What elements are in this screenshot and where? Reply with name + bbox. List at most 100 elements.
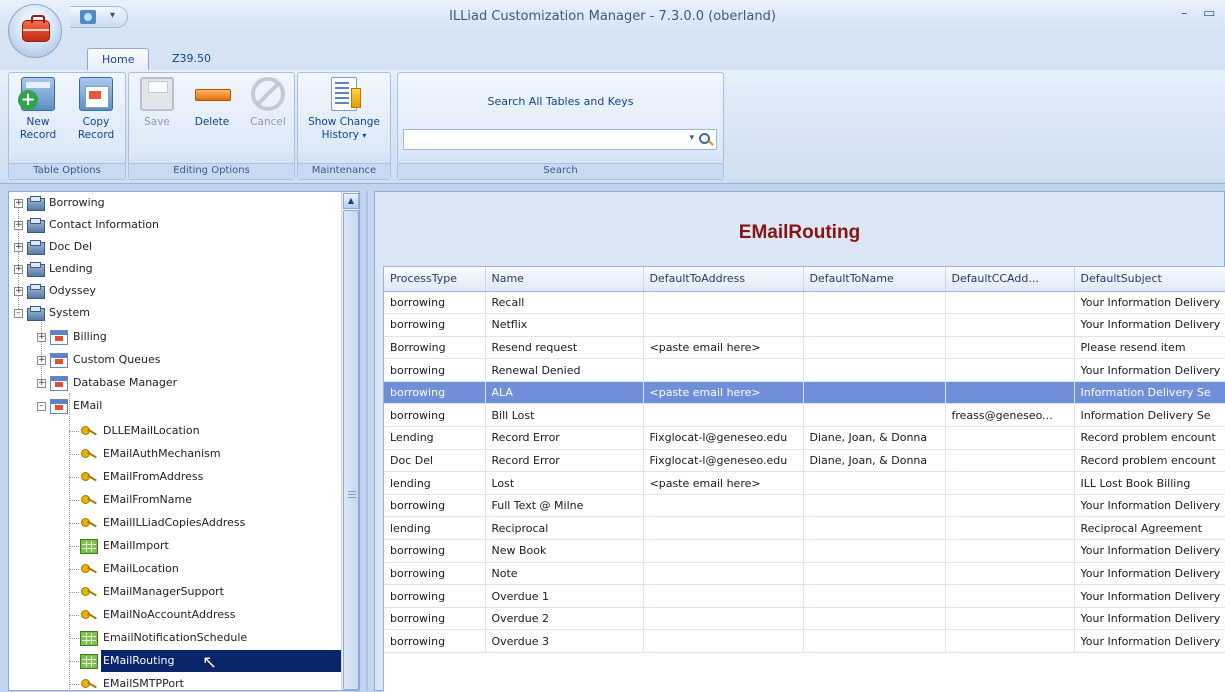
table-cell[interactable]: Note (485, 562, 644, 586)
table-cell[interactable]: Overdue 2 (485, 607, 644, 631)
table-cell[interactable]: ILL Lost Book Billing (1074, 471, 1225, 495)
table-cell[interactable]: Netflix (485, 313, 644, 337)
table-cell[interactable]: New Book (485, 539, 644, 563)
table-cell[interactable] (803, 358, 946, 382)
table-row[interactable]: borrowing ALA <paste email here> Informatio… (384, 381, 1225, 405)
table-cell[interactable]: Doc Del (384, 449, 486, 473)
table-cell[interactable] (945, 629, 1075, 653)
table-cell[interactable] (643, 539, 804, 563)
table-cell[interactable] (643, 629, 804, 653)
table-row[interactable]: borrowing Renewal Denied Your Information … (384, 358, 1225, 382)
table-cell[interactable]: Reciprocal (485, 516, 644, 541)
table-cell[interactable] (945, 291, 1075, 315)
table-cell[interactable]: borrowing (384, 607, 486, 631)
table-cell[interactable]: Full Text @ Milne (485, 494, 644, 518)
table-cell[interactable]: Your Information Delivery (1074, 291, 1225, 315)
table-row[interactable]: Borrowing Resend request <paste email here… (384, 336, 1225, 360)
table-cell[interactable]: Your Information Delivery (1074, 358, 1225, 382)
table-cell[interactable] (945, 471, 1075, 495)
scroll-up-icon[interactable]: ▲ (343, 193, 359, 209)
table-cell[interactable]: Recall (485, 291, 644, 315)
table-cell[interactable]: Information Delivery Se (1074, 403, 1225, 428)
table-cell[interactable]: Please resend item (1074, 336, 1225, 360)
table-cell[interactable] (945, 313, 1075, 337)
column-header[interactable]: DefaultSubject (1074, 267, 1225, 292)
expand-icon[interactable]: + (14, 221, 23, 230)
table-cell[interactable]: freass@geneseo... (945, 403, 1075, 428)
expand-icon[interactable]: + (14, 265, 23, 274)
expand-icon[interactable]: + (14, 243, 23, 252)
table-cell[interactable]: Your Information Delivery (1074, 584, 1225, 608)
navigation-tree[interactable]: + Borrowing + Contact Information + Doc … (8, 191, 360, 691)
table-cell[interactable] (803, 584, 946, 608)
table-cell[interactable] (643, 494, 804, 518)
collapse-icon[interactable]: – (14, 309, 23, 318)
table-cell[interactable]: Record problem encount (1074, 449, 1225, 473)
table-cell[interactable]: Record problem encount (1074, 426, 1225, 450)
table-cell[interactable]: Fixglocat-l@geneseo.edu (643, 449, 804, 473)
table-row[interactable]: Doc Del Record Error Fixglocat-l@geneseo.e… (384, 449, 1225, 473)
table-cell[interactable]: Record Error (485, 426, 644, 450)
table-row[interactable]: Lending Record Error Fixglocat-l@geneseo.e… (384, 426, 1225, 450)
table-row[interactable]: borrowing Note Your Information Delivery (384, 562, 1225, 586)
table-cell[interactable] (945, 494, 1075, 518)
table-cell[interactable]: borrowing (384, 403, 486, 428)
table-row[interactable]: borrowing Full Text @ Milne Your Informati… (384, 494, 1225, 518)
table-cell[interactable] (945, 607, 1075, 631)
table-cell[interactable] (803, 313, 946, 337)
table-cell[interactable] (643, 584, 804, 608)
table-cell[interactable] (803, 539, 946, 563)
expand-icon[interactable]: + (37, 379, 46, 388)
table-cell[interactable]: Lost (485, 471, 644, 495)
table-cell[interactable]: Borrowing (384, 336, 486, 360)
table-cell[interactable]: ALA (485, 381, 644, 405)
table-cell[interactable] (643, 313, 804, 337)
table-cell[interactable] (803, 607, 946, 631)
table-cell[interactable]: Your Information Delivery (1074, 562, 1225, 586)
table-cell[interactable] (945, 426, 1075, 450)
table-row[interactable]: borrowing Overdue 2 Your Information Deliv… (384, 607, 1225, 631)
table-cell[interactable]: Lending (384, 426, 486, 450)
table-cell[interactable] (643, 403, 804, 428)
table-row[interactable]: borrowing Overdue 1 Your Information Deliv… (384, 584, 1225, 608)
table-cell[interactable]: Your Information Delivery (1074, 313, 1225, 337)
table-cell[interactable] (945, 449, 1075, 473)
table-cell[interactable]: Information Delivery Se (1074, 381, 1225, 405)
table-cell[interactable]: Bill Lost (485, 403, 644, 428)
expand-icon[interactable]: + (37, 333, 46, 342)
table-row[interactable]: borrowing Recall Your Information Delivery (384, 291, 1225, 315)
table-cell[interactable] (643, 607, 804, 631)
delete-button[interactable]: Delete (187, 77, 237, 129)
table-cell[interactable] (803, 471, 946, 495)
table-row[interactable]: lending Reciprocal Reciprocal Agreement (384, 516, 1225, 541)
table-row[interactable]: lending Lost <paste email here> ILL Lost Bo… (384, 471, 1225, 495)
table-cell[interactable]: Your Information Delivery (1074, 629, 1225, 653)
table-cell[interactable] (803, 516, 946, 541)
table-cell[interactable]: Diane, Joan, & Donna (803, 449, 946, 473)
table-cell[interactable]: Your Information Delivery (1074, 494, 1225, 518)
tab-home[interactable]: Home (87, 48, 150, 70)
table-cell[interactable] (643, 516, 804, 541)
copy-record-button[interactable]: Copy Record (71, 77, 121, 142)
records-grid[interactable]: ProcessType Name DefaultToAddress Defaul… (383, 266, 1225, 692)
new-record-button[interactable]: New Record (13, 77, 63, 142)
expand-icon[interactable]: + (14, 199, 23, 208)
table-cell[interactable]: Overdue 1 (485, 584, 644, 608)
table-cell[interactable]: <paste email here> (643, 381, 804, 405)
table-cell[interactable] (643, 562, 804, 586)
table-row[interactable]: borrowing Bill Lost freass@geneseo... Infor… (384, 403, 1225, 428)
tree-scrollbar[interactable]: ▲ (341, 192, 359, 690)
column-header[interactable]: DefaultCCAdd... (945, 267, 1075, 292)
table-cell[interactable]: Your Information Delivery (1074, 539, 1225, 563)
table-cell[interactable]: borrowing (384, 562, 486, 586)
table-cell[interactable] (945, 539, 1075, 563)
table-cell[interactable]: borrowing (384, 313, 486, 337)
table-cell[interactable]: Overdue 3 (485, 629, 644, 653)
table-cell[interactable]: lending (384, 516, 486, 541)
table-cell[interactable]: borrowing (384, 629, 486, 653)
table-cell[interactable] (945, 584, 1075, 608)
table-cell[interactable]: <paste email here> (643, 336, 804, 360)
search-icon[interactable] (699, 133, 710, 144)
table-cell[interactable] (945, 381, 1075, 405)
table-cell[interactable] (945, 358, 1075, 382)
